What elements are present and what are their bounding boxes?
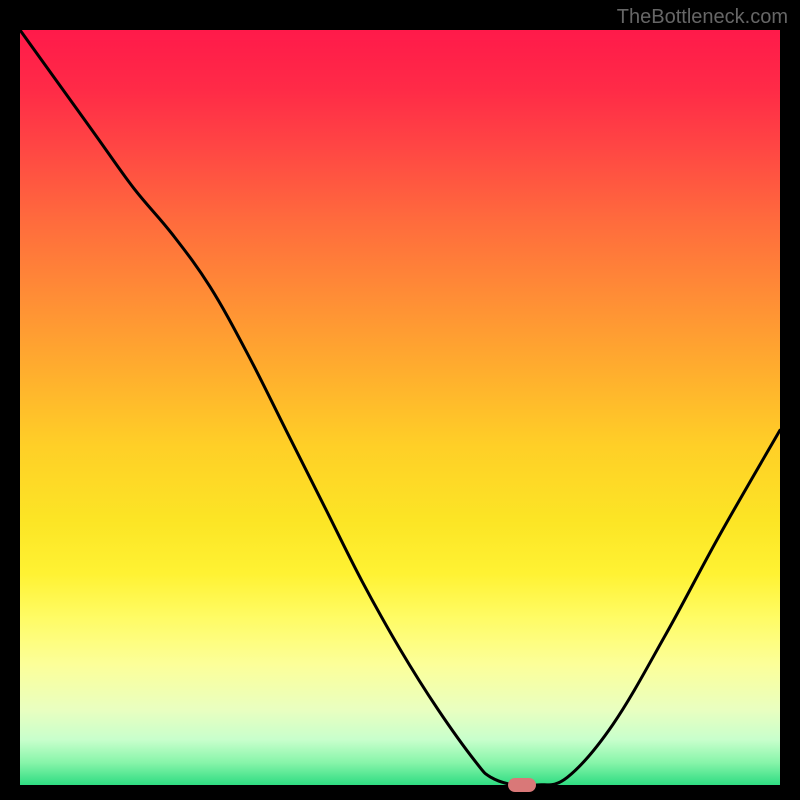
watermark-text: TheBottleneck.com: [617, 6, 788, 29]
bottleneck-curve: [20, 30, 780, 785]
chart-plot-area: [20, 30, 780, 785]
optimal-point-marker: [508, 778, 536, 792]
